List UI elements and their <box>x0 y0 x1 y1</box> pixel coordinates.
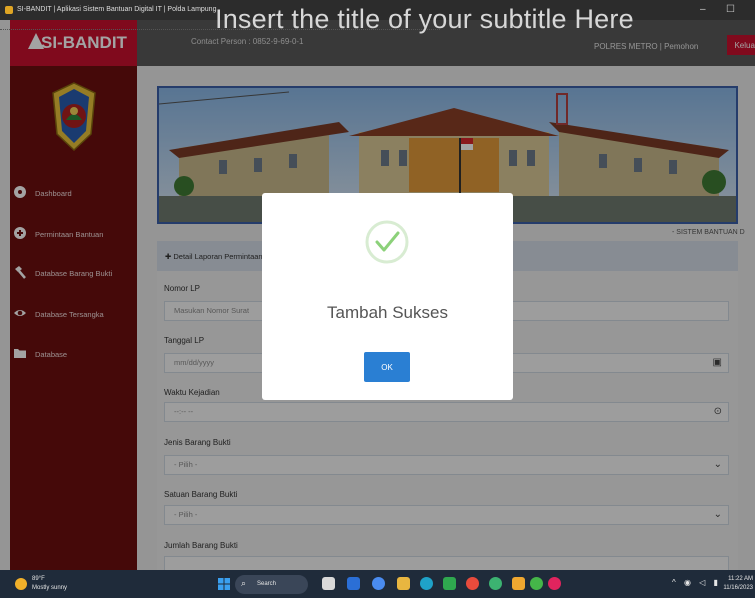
edge-browser-icon[interactable] <box>420 577 433 590</box>
taskbar-app-icon[interactable] <box>443 577 456 590</box>
clock-time: 11:22 AM <box>728 576 753 582</box>
taskbar-app-icon[interactable] <box>530 577 543 590</box>
ok-button[interactable]: OK <box>364 352 410 382</box>
success-dialog: Tambah Sukses OK <box>262 193 513 400</box>
windows-start-icon[interactable] <box>218 578 230 590</box>
weather-sun-icon[interactable] <box>15 578 27 590</box>
taskbar-app-icon[interactable] <box>347 577 360 590</box>
maximize-button[interactable]: ☐ <box>726 4 735 15</box>
system-clock[interactable]: 11:22 AM 11/16/2023 <box>713 575 753 593</box>
minimize-button[interactable]: – <box>700 4 706 15</box>
weather-desc: Mostly sunny <box>32 585 68 591</box>
taskbar-app-icon[interactable] <box>372 577 385 590</box>
taskbar-search[interactable]: ⌕ Search <box>235 575 308 594</box>
search-label: Search <box>257 581 277 587</box>
taskbar-app-icon[interactable] <box>322 577 335 590</box>
app-icon <box>5 6 13 14</box>
file-explorer-icon[interactable] <box>397 577 410 590</box>
taskbar: 89°F Mostly sunny ⌕ Search ^ ◉ ◁ ▮ 11:22… <box>0 570 755 598</box>
weather-widget[interactable]: 89°F Mostly sunny <box>32 575 67 593</box>
success-check-icon <box>365 220 409 264</box>
taskbar-app-icon[interactable] <box>489 577 502 590</box>
chrome-icon[interactable] <box>466 577 479 590</box>
search-icon: ⌕ <box>241 578 247 588</box>
window-title: SI-BANDIT | Aplikasi Sistem Bantuan Digi… <box>17 6 217 13</box>
taskbar-app-icon[interactable] <box>548 577 561 590</box>
clock-date: 11/16/2023 <box>723 585 753 591</box>
taskbar-app-icon[interactable] <box>512 577 525 590</box>
weather-temp: 89°F <box>32 576 45 582</box>
slide-title: Insert the title of your subtitle Here <box>215 4 634 34</box>
dialog-title: Tambah Sukses <box>327 303 448 322</box>
